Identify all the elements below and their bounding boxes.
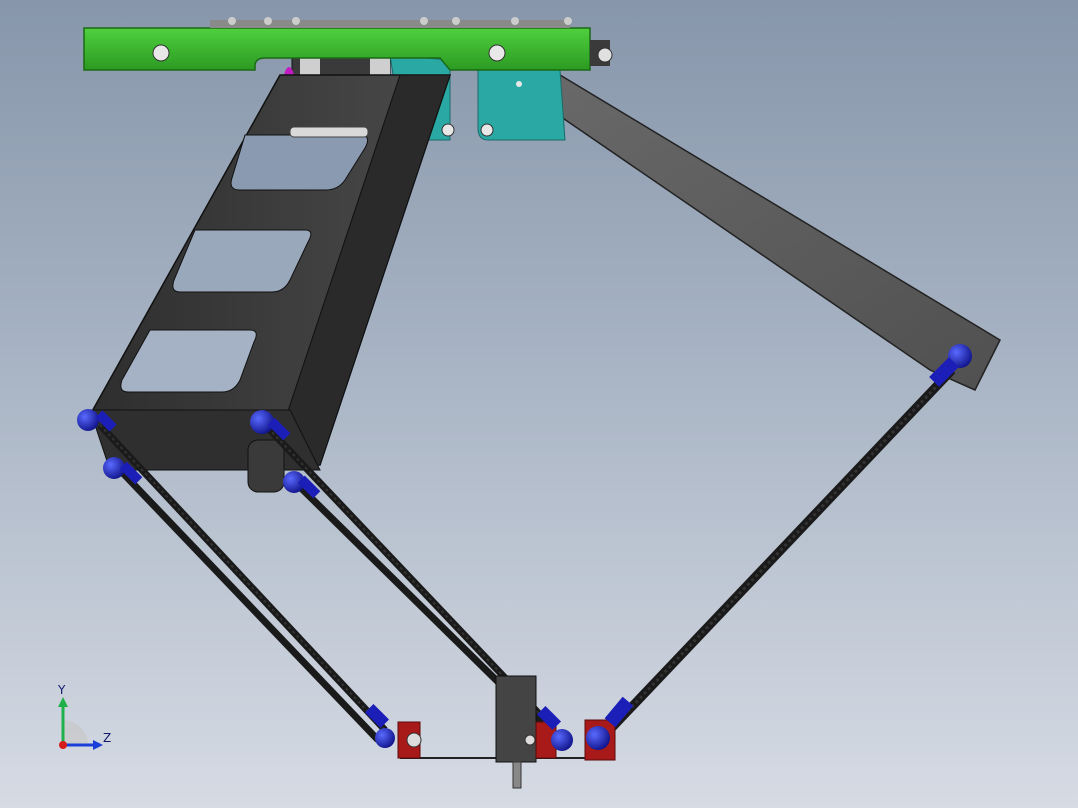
triad-plane <box>63 720 88 745</box>
ball-joint-icon <box>551 729 573 751</box>
ball-joint-icon <box>375 728 395 748</box>
end-effector[interactable] <box>397 675 616 789</box>
plate-bolt-icon <box>152 44 170 62</box>
bracket-hole-icon <box>516 81 522 87</box>
x-axis-dot-icon <box>59 741 67 749</box>
orientation-triad[interactable]: Y Z <box>50 683 120 755</box>
nut-icon <box>597 47 613 63</box>
y-axis-arrow-icon <box>58 697 68 707</box>
ball-joint-icon <box>586 726 610 750</box>
ball-joint-icon <box>77 409 99 431</box>
rod-2 <box>115 465 381 743</box>
z-axis-arrow-icon <box>93 740 103 750</box>
delta-robot-model[interactable] <box>0 0 1078 808</box>
bracket-bolt-icon <box>441 123 455 137</box>
cad-viewport[interactable]: Y Z <box>0 0 1078 808</box>
y-axis-label: Y <box>58 683 66 697</box>
shaft <box>289 126 369 138</box>
frame-bottom <box>89 409 321 471</box>
effector-motor <box>495 675 537 763</box>
z-axis-label: Z <box>103 731 112 745</box>
effector-shaft <box>512 761 522 789</box>
bracket-bolt-icon <box>480 123 494 137</box>
effector-nut-icon <box>406 732 422 748</box>
plate-bolt-icon <box>488 44 506 62</box>
ball-joint-icon <box>250 410 274 434</box>
right-upper-arm[interactable] <box>497 74 1001 391</box>
effector-nut-icon <box>524 734 536 746</box>
plate-top-bolts <box>210 17 572 28</box>
frame-tab <box>247 439 285 493</box>
